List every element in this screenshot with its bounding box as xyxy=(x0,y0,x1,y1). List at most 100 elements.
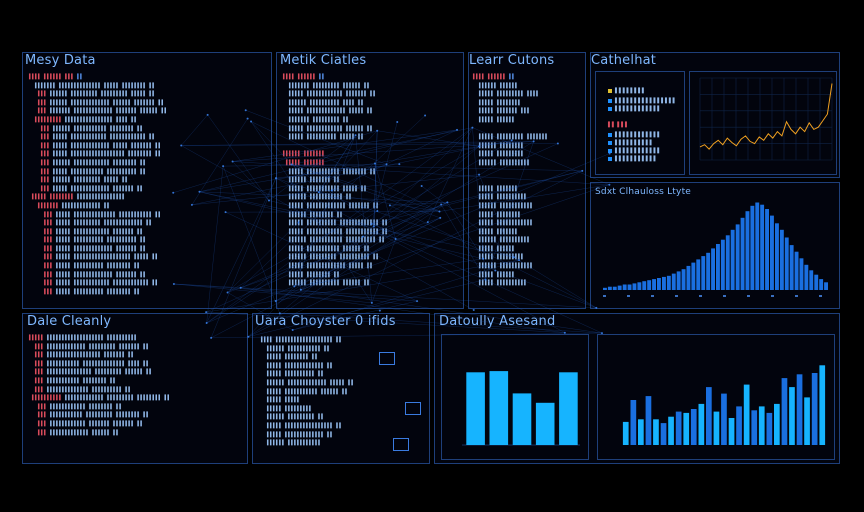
bar xyxy=(698,403,705,445)
panel-title: Cathelhat xyxy=(591,53,657,68)
tick-mark xyxy=(795,295,798,297)
network-node xyxy=(378,309,381,312)
legend-entry: ▌▌▌▌▌▌▌▌▌▌ xyxy=(608,140,653,146)
histogram-bar xyxy=(814,274,819,290)
panel-title: Mesy Data xyxy=(25,53,96,68)
line-chart-box xyxy=(689,71,837,175)
histogram-bar xyxy=(657,278,661,290)
histogram-bar xyxy=(642,281,647,290)
bar xyxy=(713,411,720,445)
quality-panel: Datoully Asesand xyxy=(434,313,840,464)
histogram-bar xyxy=(637,282,642,290)
bar xyxy=(751,410,758,445)
histogram-bar xyxy=(716,244,720,290)
histogram-bar xyxy=(652,279,656,290)
histogram-bar xyxy=(691,262,696,290)
bar-chart xyxy=(462,371,580,446)
tick-mark xyxy=(603,295,606,297)
histogram-bar xyxy=(819,279,824,290)
bar xyxy=(535,402,555,445)
histogram-bar xyxy=(779,229,784,290)
histogram-bar xyxy=(711,248,715,290)
bar xyxy=(781,378,788,445)
tick-mark xyxy=(675,295,678,297)
tick-mark xyxy=(627,295,630,297)
histogram-bar xyxy=(607,286,612,290)
bar-chart-box xyxy=(441,334,589,460)
histogram-bar xyxy=(784,237,789,290)
histogram-bar xyxy=(617,285,622,290)
tick-mark xyxy=(699,295,702,297)
code-listing: ▌▌▌▌▌ ▌▌▌▌▌▌▌▌▌▌▌▌▌▌▌▌▌▌▌ ▌▌▌▌▌▌▌▌▌▌ ▌▌▌… xyxy=(29,335,171,436)
histogram-bar xyxy=(622,284,627,290)
histogram-bar xyxy=(824,282,828,290)
window-icon[interactable] xyxy=(379,352,395,365)
histogram-bar xyxy=(666,275,671,290)
histogram-bar xyxy=(770,215,774,290)
legend-entry: ▌▌▌▌▌▌▌▌▌▌▌▌ xyxy=(608,106,661,112)
bar xyxy=(789,387,795,445)
bar xyxy=(466,372,485,445)
bar xyxy=(622,421,629,445)
panel-title: Learr Cutons xyxy=(469,53,555,68)
series-line xyxy=(699,83,833,150)
legend-entry: ▌▌ ▌▌▌ xyxy=(608,122,629,128)
data-cleaning-panel: Dale Cleanly ▌▌▌▌▌ ▌▌▌▌▌▌▌▌▌▌▌▌▌▌▌▌▌▌▌ ▌… xyxy=(22,313,248,464)
bar xyxy=(736,406,742,445)
bar-chart xyxy=(622,365,826,445)
window-icon[interactable] xyxy=(393,438,409,451)
bar xyxy=(559,372,578,445)
bar xyxy=(630,400,637,445)
histogram-bar xyxy=(804,264,809,290)
window-icon[interactable] xyxy=(405,402,421,415)
bar xyxy=(766,412,773,445)
histogram-bar xyxy=(603,287,607,290)
legend-box: ▌▌▌▌▌▌▌▌ ▌▌▌▌▌▌▌▌▌▌▌▌▌▌▌▌ ▌▌▌▌▌▌▌▌▌▌▌▌ ▌… xyxy=(595,71,685,175)
histogram-bar xyxy=(662,276,666,290)
bar xyxy=(660,423,667,445)
bar xyxy=(668,416,674,445)
legend-entry: ▌▌▌▌▌▌▌▌▌▌▌ xyxy=(608,156,657,162)
panel-title: Uara Choyster 0 ifids xyxy=(255,314,396,329)
histogram-bar xyxy=(730,229,735,290)
bar xyxy=(638,419,644,445)
bar xyxy=(512,393,532,445)
histogram-bar xyxy=(612,286,617,290)
histogram-bar xyxy=(671,273,676,290)
messy-data-panel: Mesy Data ▌▌▌▌ ▌▌▌▌▌▌ ▌▌▌ ▌▌ ▌▌▌▌▌▌▌ ▌▌▌… xyxy=(22,52,272,309)
histogram-bar xyxy=(686,265,691,290)
bar xyxy=(489,371,509,445)
bar xyxy=(819,365,826,445)
panel-title: Dale Cleanly xyxy=(27,314,112,329)
histogram-bar xyxy=(765,209,769,290)
histogram-bar xyxy=(809,270,814,290)
histogram-chart xyxy=(603,202,828,297)
code-listing: ▌▌▌▌ ▌▌▌▌▌▌ ▌▌ ▌▌▌▌▌▌ ▌▌▌▌▌▌ ▌▌▌▌▌ ▌▌▌▌▌… xyxy=(473,74,549,287)
bar xyxy=(728,418,735,445)
histogram-bar xyxy=(735,224,740,290)
histogram-bar xyxy=(706,252,711,290)
tick-mark xyxy=(747,295,750,297)
code-listing: ▌▌▌▌ ▌▌▌▌▌▌ ▌▌ ▌▌▌▌▌▌▌ ▌▌▌▌▌▌▌▌▌ ▌▌▌▌▌▌ … xyxy=(283,74,389,287)
bar xyxy=(706,387,712,445)
bar xyxy=(683,412,690,445)
tick-mark xyxy=(651,295,654,297)
histogram-bar xyxy=(760,204,765,290)
bar xyxy=(690,409,697,445)
tick-mark xyxy=(723,295,726,297)
legend-entry: ▌▌▌▌▌▌▌▌▌▌▌▌▌▌▌▌ xyxy=(608,98,677,104)
histogram-bar xyxy=(696,259,701,290)
histogram-bar xyxy=(794,251,799,290)
learn-panel: Learr Cutons ▌▌▌▌ ▌▌▌▌▌▌ ▌▌ ▌▌▌▌▌▌ ▌▌▌▌▌… xyxy=(468,52,586,309)
histogram-bar xyxy=(740,217,745,290)
bar-chart-box xyxy=(597,334,835,460)
histogram-bar xyxy=(676,271,681,290)
histogram-bar xyxy=(647,280,652,290)
code-listing: ▌▌▌▌ ▌▌▌▌▌▌▌▌▌▌▌▌▌▌▌▌▌▌▌ ▌▌ ▌▌▌▌▌▌ ▌▌▌▌▌… xyxy=(261,337,355,447)
histogram-bar xyxy=(799,258,804,290)
bar xyxy=(796,374,803,445)
histogram-bar xyxy=(775,223,779,290)
tick-mark xyxy=(819,295,822,297)
bar xyxy=(675,411,682,445)
panel-title: Datoully Asesand xyxy=(439,314,556,329)
